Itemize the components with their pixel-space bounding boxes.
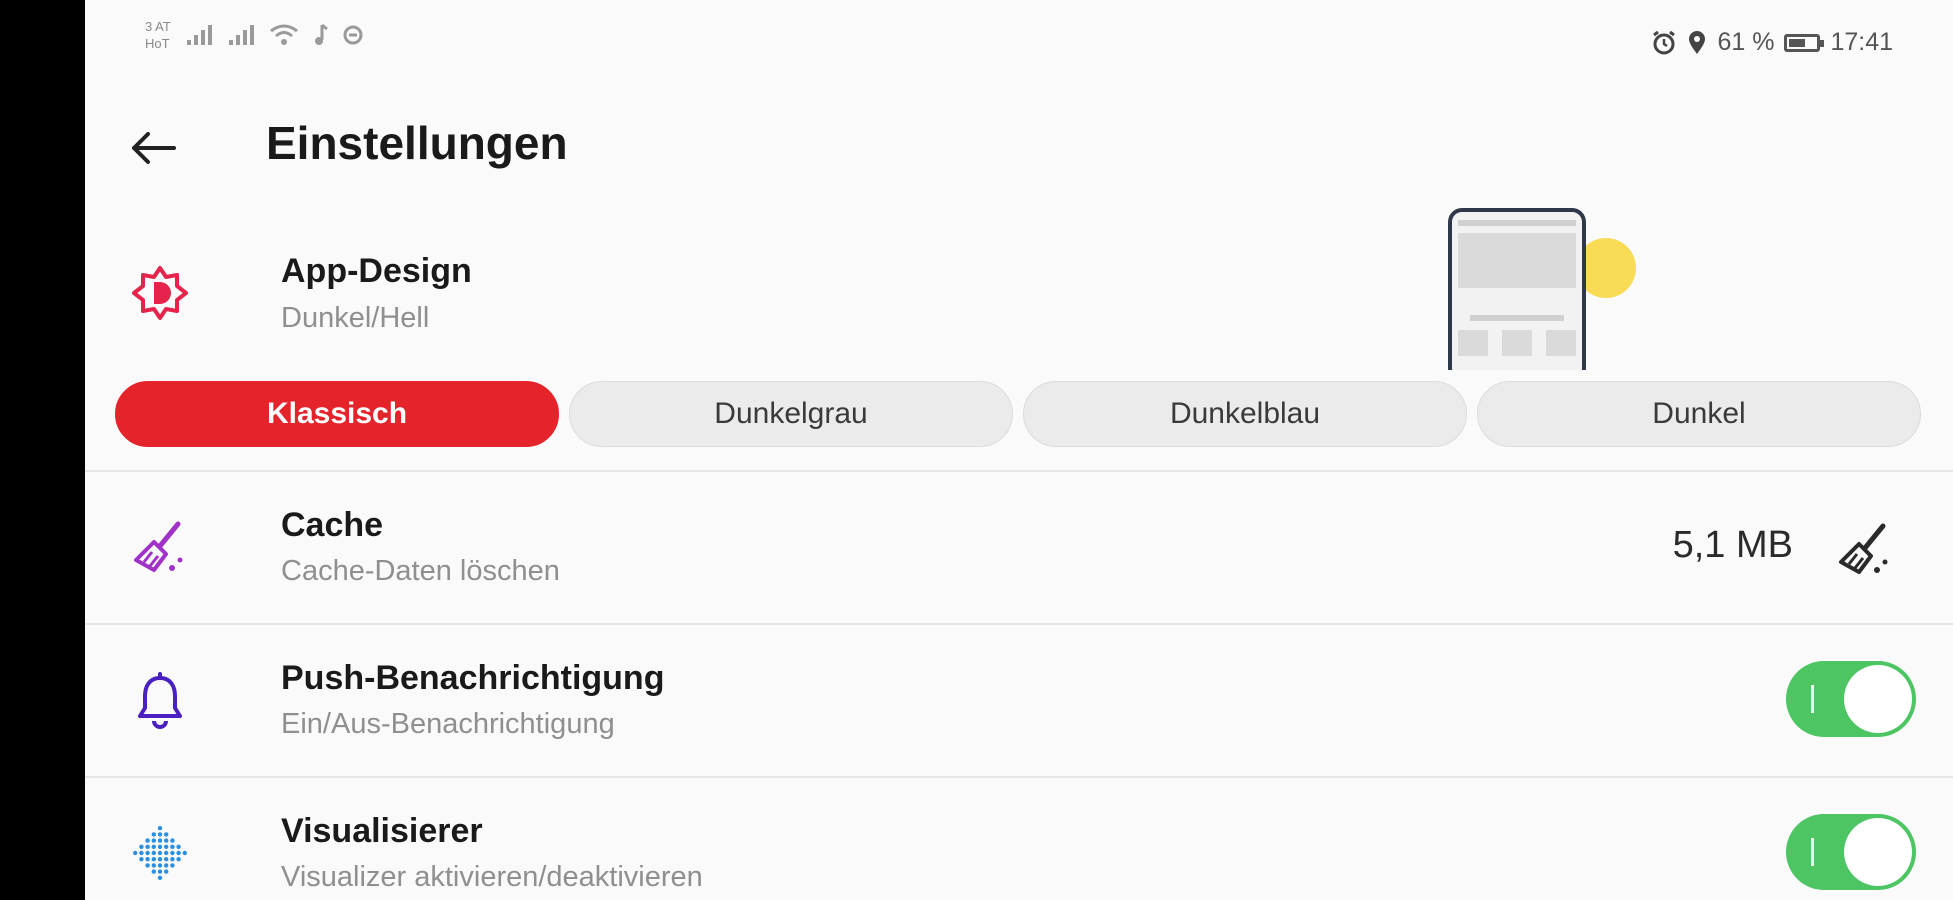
- carrier-line-1: 3 AT: [145, 19, 171, 34]
- visualizer-dot: [170, 844, 175, 849]
- clear-cache-button[interactable]: [1828, 515, 1898, 585]
- alarm-icon: [1653, 30, 1676, 54]
- theme-option-dunkel[interactable]: Dunkel: [1477, 381, 1921, 447]
- visualizer-dot: [145, 863, 150, 868]
- visualizer-dot: [157, 857, 163, 862]
- visualizer-dot: [133, 850, 138, 856]
- toggle-on-mark: [1811, 838, 1814, 866]
- bell-icon-wrap: [125, 666, 195, 736]
- visualizer-dot: [157, 838, 163, 843]
- theme-option-klassisch[interactable]: Klassisch: [115, 381, 559, 447]
- visualizer-dot: [164, 832, 169, 837]
- visualizer-dot: [164, 838, 169, 843]
- visualizer-dot: [151, 857, 156, 862]
- battery-fill: [1789, 38, 1806, 47]
- visualizer-dot: [170, 838, 175, 843]
- visualizer-toggle[interactable]: [1786, 814, 1916, 890]
- visualizer-dot: [145, 844, 150, 849]
- carrier-line-2: HoT: [145, 36, 170, 51]
- push-subtitle: Ein/Aus-Benachrichtigung: [281, 708, 615, 740]
- visualizer-dot: [145, 857, 150, 862]
- visualizer-dot: [176, 850, 181, 856]
- cache-title: Cache: [281, 506, 384, 544]
- visualizer-icon: [133, 826, 187, 880]
- divider: [85, 776, 1953, 778]
- visualizer-dot: [151, 850, 156, 856]
- visualizer-dot: [151, 832, 156, 837]
- bell-icon: [138, 672, 182, 729]
- visualizer-dot: [157, 826, 163, 831]
- toggle-on-mark: [1811, 685, 1814, 713]
- wifi-icon: [269, 24, 298, 45]
- visualizer-dot: [139, 850, 144, 856]
- theme-option-dunkelgrau[interactable]: Dunkelgrau: [569, 381, 1013, 447]
- visualizer-dot: [157, 863, 163, 868]
- visualizer-dot: [157, 850, 163, 856]
- app-design-subtitle: Dunkel/Hell: [281, 302, 430, 334]
- visualizer-dot: [151, 869, 156, 874]
- battery-icon: [1784, 33, 1825, 52]
- visualizer-dot: [170, 857, 175, 862]
- signal-icon: [186, 25, 212, 45]
- visualizer-dot: [145, 850, 150, 856]
- phone-illustration: [1448, 208, 1636, 370]
- back-button[interactable]: [123, 118, 183, 178]
- visualizer-dot: [164, 844, 169, 849]
- visualizer-dot: [164, 857, 169, 862]
- visualizer-icon-wrap: [125, 818, 195, 888]
- visualizer-dot: [170, 850, 175, 856]
- status-bar-right: 61 % 17:41: [1651, 28, 1893, 57]
- theme-icon: [132, 266, 188, 320]
- visualizer-dot: [139, 844, 144, 849]
- settings-screen: 3 AT HoT 61 % 17:41 Einstellungen App-De…: [85, 0, 1953, 900]
- divider: [85, 623, 1953, 625]
- cache-size: 5,1 MB: [1672, 524, 1793, 566]
- visualizer-dot: [157, 832, 163, 837]
- push-toggle[interactable]: [1786, 661, 1916, 737]
- arrow-left-icon: [132, 132, 176, 164]
- visualizer-dot: [157, 844, 163, 849]
- theme-selector: Klassisch Dunkelgrau Dunkelblau Dunkel: [115, 381, 1921, 449]
- signal-icon: [228, 25, 254, 45]
- visualizer-dot: [164, 850, 169, 856]
- music-note-icon: [314, 23, 328, 45]
- visualizer-dot: [157, 875, 163, 880]
- divider: [85, 470, 1953, 472]
- broom-icon: [134, 521, 183, 572]
- visualizer-dot: [176, 844, 181, 849]
- toggle-knob: [1844, 818, 1912, 886]
- page-title: Einstellungen: [266, 117, 568, 169]
- visualizer-dot: [182, 850, 187, 856]
- toggle-knob: [1844, 665, 1912, 733]
- app-design-title: App-Design: [281, 252, 472, 290]
- status-bar: 3 AT HoT 61 % 17:41: [85, 0, 1953, 80]
- broom-icon-wrap: [125, 513, 195, 583]
- status-bar-left: 3 AT HoT: [145, 18, 363, 52]
- visualizer-dot: [170, 863, 175, 868]
- visualizer-dot: [151, 863, 156, 868]
- location-icon: [1689, 30, 1706, 54]
- battery-percent: 61 %: [1717, 28, 1775, 56]
- clock: 17:41: [1830, 28, 1893, 56]
- broom-clear-icon: [1839, 523, 1888, 574]
- visualizer-dot: [164, 869, 169, 874]
- visualizer-dot: [157, 869, 163, 874]
- visualizer-dot: [151, 844, 156, 849]
- theme-icon-wrap: [125, 258, 195, 328]
- visualizer-dot: [164, 863, 169, 868]
- carrier-label: 3 AT HoT: [145, 18, 171, 52]
- visualizer-dot: [145, 838, 150, 843]
- visualizer-subtitle: Visualizer aktivieren/deaktivieren: [281, 861, 703, 893]
- visualizer-dot: [151, 838, 156, 843]
- visualizer-dot: [139, 857, 144, 862]
- vpn-icon: [343, 25, 363, 45]
- theme-option-dunkelblau[interactable]: Dunkelblau: [1023, 381, 1467, 447]
- cache-subtitle: Cache-Daten löschen: [281, 555, 560, 587]
- visualizer-dot: [176, 857, 181, 862]
- push-title: Push-Benachrichtigung: [281, 659, 665, 697]
- visualizer-title: Visualisierer: [281, 812, 483, 850]
